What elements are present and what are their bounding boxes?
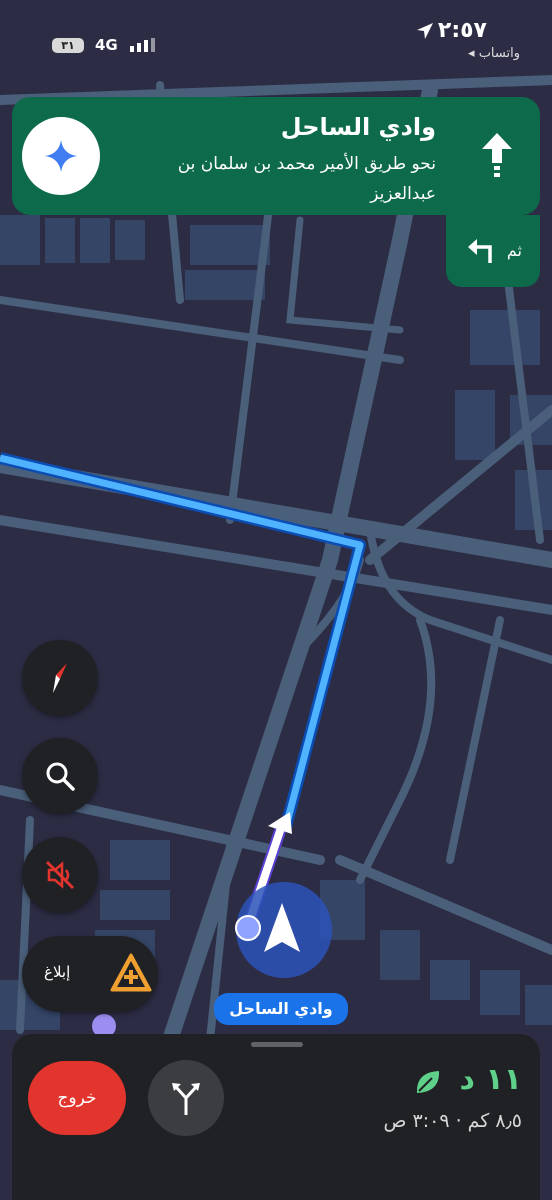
report-label: إبلاغ [44, 963, 71, 981]
toward-street: نحو طريق الأمير محمد بن سلمان بن عبدالعز… [177, 154, 436, 204]
straight-arrow-icon [482, 133, 512, 177]
report-button[interactable]: إبلاغ [22, 936, 158, 1012]
battery-indicator: ٣١ [52, 38, 84, 53]
eta-duration: ١١ د [459, 1062, 522, 1097]
eta-distance-arrival: ٨٫٥ كم · ٣:٠٩ ص [383, 1110, 523, 1132]
then-label: ثم [506, 241, 522, 260]
exit-navigation-button[interactable]: خروج [28, 1061, 126, 1135]
search-button[interactable] [22, 738, 98, 814]
fork-routes-icon [172, 1083, 200, 1115]
report-hazard-icon [110, 953, 152, 992]
clock: ٢:٥٧ [437, 18, 487, 43]
network-type: 4G [95, 36, 118, 54]
next-street-name: وادي الساحل [280, 113, 436, 141]
compass-icon [53, 663, 67, 693]
mute-button[interactable] [22, 837, 98, 913]
alternate-routes-button[interactable] [148, 1060, 224, 1136]
compass-button[interactable] [22, 640, 98, 716]
eco-leaf-icon [416, 1071, 440, 1093]
gemini-sparkle-icon [45, 140, 77, 172]
current-street-label: وادي الساحل [214, 993, 348, 1025]
location-services-icon [417, 23, 433, 39]
back-to-app-link[interactable]: ◂ واتساب [468, 46, 520, 61]
trip-sheet[interactable]: خروج ١١ د ٨٫٥ كم · ٣:٠٩ ص [12, 1034, 540, 1200]
sheet-drag-handle[interactable] [251, 1042, 303, 1047]
assistant-button[interactable] [22, 117, 100, 195]
signal-icon [130, 38, 155, 52]
turn-left-icon [468, 239, 492, 263]
navigation-banner[interactable]: وادي الساحل نحو طريق الأمير محمد بن سلما… [12, 97, 540, 215]
then-turn-panel: ثم [446, 215, 540, 287]
status-bar: ٣١ 4G ٢:٥٧ ◂ واتساب [0, 0, 552, 80]
search-icon [46, 762, 75, 791]
volume-muted-icon [45, 860, 75, 890]
